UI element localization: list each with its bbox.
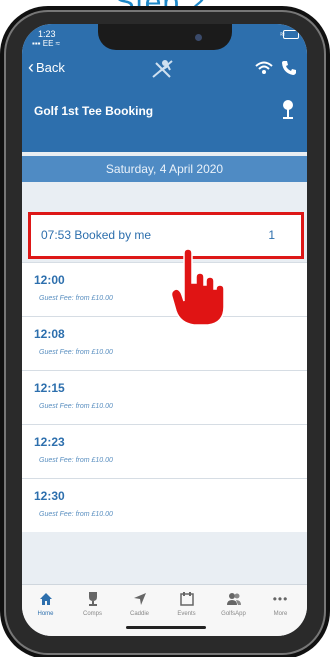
tab-label: Caddie — [129, 611, 149, 617]
slot-time: 12:00 — [34, 273, 65, 287]
slot-fee: Guest Fee: from £10.00 — [39, 295, 113, 302]
home-icon — [39, 593, 52, 605]
slot-time: 12:23 — [34, 435, 65, 449]
title-bar — [22, 124, 307, 152]
tab-more[interactable]: ••• More — [257, 587, 304, 617]
back-button[interactable]: ‹ Back — [28, 57, 65, 77]
app-screen: 1:23 ▪▪▪ EE ≈ ≈ 12:15 ‹ Back — [22, 24, 307, 636]
date-header: Saturday, 4 April 2020 — [22, 156, 307, 182]
tee-slot-row[interactable]: 12:23 Guest Fee: from £10.00 — [22, 424, 307, 478]
tab-label: Events — [177, 611, 196, 617]
booked-label: 07:53 Booked by me — [41, 228, 152, 242]
battery-icon — [283, 30, 299, 39]
phone-notch — [98, 24, 232, 50]
tab-label: GolfsApp — [221, 611, 246, 617]
phone-icon[interactable] — [281, 60, 297, 76]
back-label: Back — [36, 60, 65, 75]
page-title: Golf 1st Tee Booking — [34, 104, 154, 118]
more-dots-icon: ••• — [272, 592, 289, 606]
tee-slot-row[interactable]: 12:00 Guest Fee: from £10.00 — [22, 262, 307, 316]
tee-slot-row[interactable]: 12:30 Guest Fee: from £10.00 — [22, 478, 307, 532]
booked-tee-time-row[interactable]: 07:53 Booked by me 1 — [28, 212, 304, 259]
slot-fee: Guest Fee: from £10.00 — [39, 511, 113, 518]
calendar-icon — [179, 592, 194, 606]
home-indicator — [126, 626, 206, 629]
tab-golfsapp[interactable]: GolfsApp — [210, 587, 257, 617]
camera-icon — [195, 34, 202, 41]
slot-fee: Guest Fee: from £10.00 — [39, 349, 113, 356]
slot-time: 12:08 — [34, 327, 65, 341]
status-time: 1:23 — [38, 29, 56, 39]
navigation-bar: ‹ Back — [22, 54, 307, 86]
golfer-logo-icon — [152, 60, 173, 78]
tab-caddie[interactable]: Caddie — [116, 587, 163, 617]
slot-fee: Guest Fee: from £10.00 — [39, 457, 113, 464]
phone-frame: 1:23 ▪▪▪ EE ≈ ≈ 12:15 ‹ Back — [4, 10, 326, 655]
tab-label: Comps — [82, 611, 102, 617]
people-icon — [226, 593, 241, 605]
tee-slot-row[interactable]: 12:15 Guest Fee: from £10.00 — [22, 370, 307, 424]
wifi-icon[interactable] — [255, 61, 273, 75]
booked-count: 1 — [268, 228, 275, 242]
slot-time: 12:15 — [34, 381, 65, 395]
navigation-arrow-icon — [133, 593, 146, 605]
slot-time: 12:30 — [34, 489, 65, 503]
tab-comps[interactable]: Comps — [69, 587, 116, 617]
pointing-hand-icon — [170, 249, 225, 326]
tab-events[interactable]: Events — [163, 587, 210, 617]
tab-home[interactable]: Home — [22, 587, 69, 617]
trophy-icon — [88, 592, 97, 606]
tee-slot-row[interactable]: 12:08 Guest Fee: from £10.00 — [22, 316, 307, 370]
tab-label: Home — [37, 611, 54, 617]
tab-label: More — [273, 611, 288, 617]
golf-pin-icon[interactable] — [281, 98, 295, 120]
chevron-left-icon: ‹ — [28, 57, 34, 77]
slot-fee: Guest Fee: from £10.00 — [39, 403, 113, 410]
